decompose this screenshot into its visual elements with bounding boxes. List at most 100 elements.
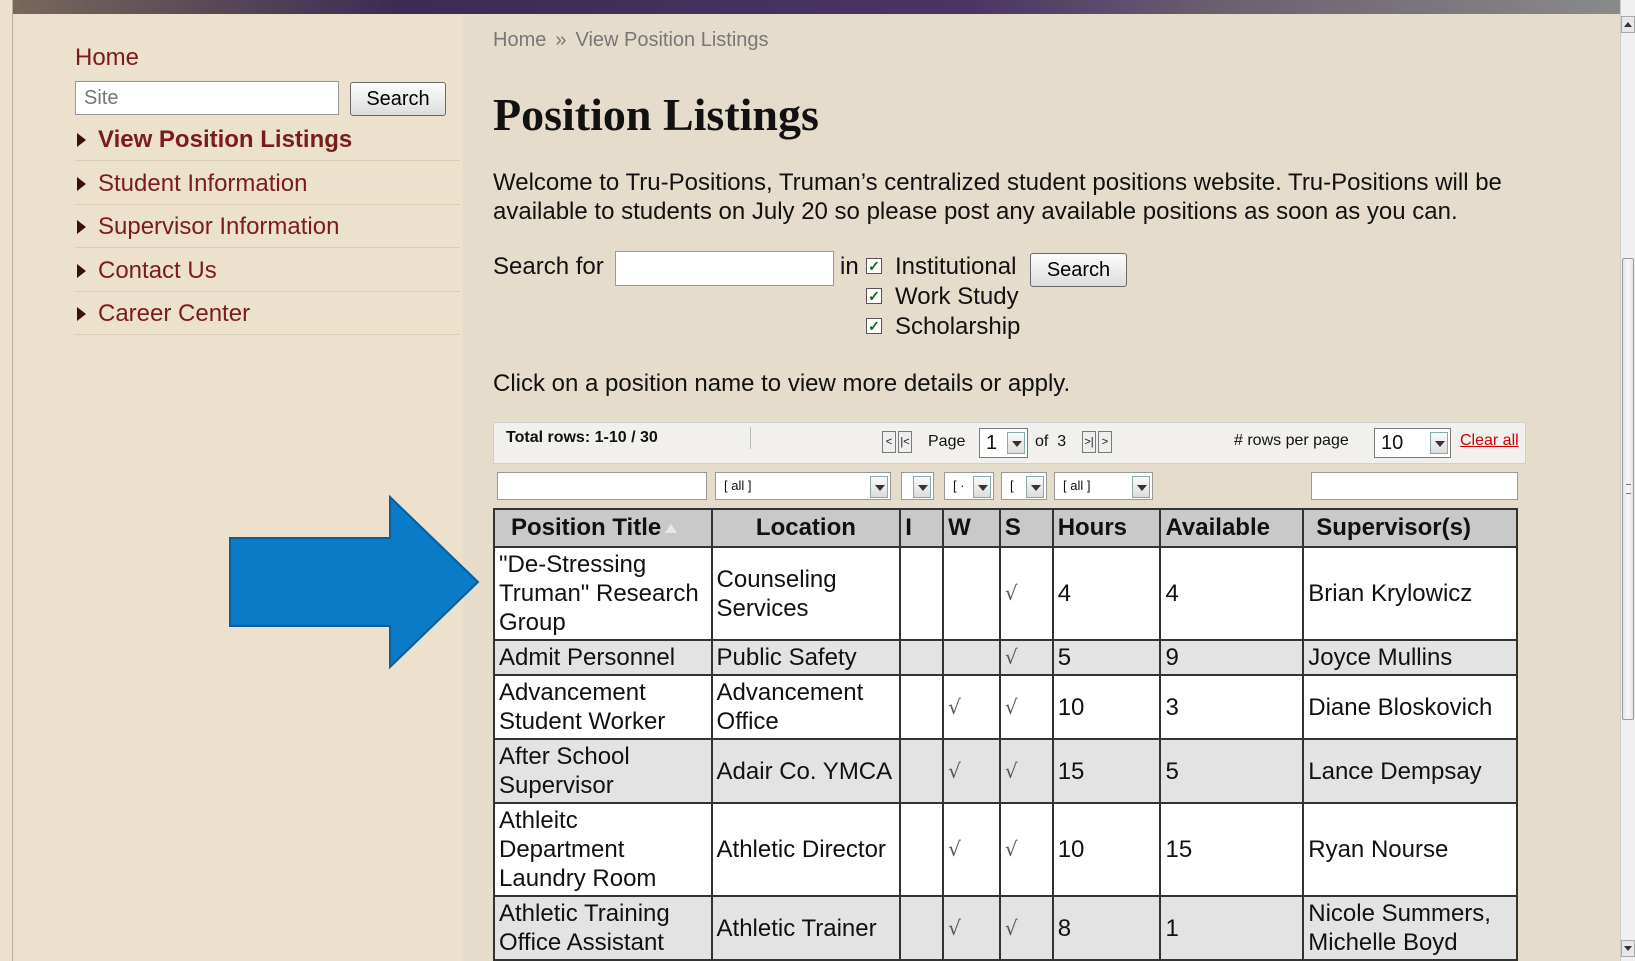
hours-cell: 8	[1051, 895, 1162, 961]
i-cell	[899, 738, 945, 804]
sidebar-item-view-position-listings[interactable]: View Position Listings	[75, 119, 460, 161]
s-cell: √	[998, 674, 1054, 740]
table-header-row: Position Title Location I W S Hours Avai…	[493, 508, 1518, 548]
rows-per-page-select[interactable]: 10	[1374, 428, 1451, 458]
header-banner	[0, 0, 1620, 14]
position-title-link[interactable]: "De-Stressing Truman" Research Group	[493, 546, 713, 641]
position-title-link[interactable]: Advancement Student Worker	[493, 674, 713, 740]
available-cell: 1	[1159, 895, 1305, 961]
arrow-right-icon	[229, 495, 480, 670]
sidebar-item-student-information[interactable]: Student Information	[75, 163, 460, 205]
column-header-w[interactable]: W	[942, 508, 1001, 548]
table-row[interactable]: Advancement Student Worker Advancement O…	[493, 674, 1518, 740]
w-cell: √	[942, 802, 1001, 897]
table-row[interactable]: After School Supervisor Adair Co. YMCA √…	[493, 738, 1518, 804]
chevron-down-icon	[1132, 476, 1150, 498]
scholarship-label: Scholarship	[895, 313, 1021, 340]
positions-table: Position Title Location I W S Hours Avai…	[493, 508, 1518, 961]
table-row[interactable]: Athletic Training Office Assistant Athle…	[493, 895, 1518, 961]
chevron-down-icon	[1430, 432, 1448, 454]
chevron-down-icon	[913, 476, 931, 498]
w-filter-select[interactable]: [ ·	[944, 472, 994, 500]
s-filter-select[interactable]: [	[1001, 472, 1047, 500]
scholarship-checkbox[interactable]: ✓	[866, 318, 882, 334]
hours-cell: 5	[1051, 639, 1162, 676]
column-header-s[interactable]: S	[998, 508, 1054, 548]
location-cell: Athletic Director	[710, 802, 902, 897]
title-filter-input[interactable]	[497, 472, 707, 500]
scroll-down-icon[interactable]	[1621, 940, 1635, 957]
w-cell: √	[942, 895, 1001, 961]
i-cell	[899, 802, 945, 897]
i-cell	[899, 546, 945, 641]
vertical-scrollbar[interactable]	[1620, 0, 1635, 961]
column-header-available[interactable]: Available	[1159, 508, 1305, 548]
chevron-down-icon	[870, 476, 888, 498]
scrollbar-thumb[interactable]	[1622, 258, 1634, 720]
sidebar-item-label: Supervisor Information	[98, 212, 340, 240]
page-of-label: of 3	[1035, 433, 1066, 451]
table-row[interactable]: Admit Personnel Public Safety √ 5 9 Joyc…	[493, 639, 1518, 676]
first-page-button[interactable]: <	[882, 431, 896, 453]
prev-page-button[interactable]: |<	[898, 431, 912, 453]
position-search-input[interactable]	[615, 251, 834, 286]
clear-all-link[interactable]: Clear all	[1460, 432, 1519, 450]
hours-filter-select[interactable]: [ all ]	[1054, 472, 1153, 500]
supervisor-cell: Ryan Nourse	[1302, 802, 1518, 897]
position-title-link[interactable]: Athletic Training Office Assistant	[493, 895, 713, 961]
position-search-button[interactable]: Search	[1030, 253, 1127, 287]
sidebar-home-link[interactable]: Home	[75, 44, 139, 72]
institutional-checkbox[interactable]: ✓	[866, 258, 882, 274]
location-filter-value: [ all ]	[724, 478, 752, 493]
sidebar-item-label: Career Center	[98, 299, 251, 327]
right-margin	[1560, 14, 1620, 961]
institutional-label: Institutional	[895, 253, 1017, 280]
i-filter-select[interactable]	[901, 472, 934, 500]
chevron-down-icon	[1026, 476, 1044, 498]
breadcrumb-current: View Position Listings	[575, 29, 769, 51]
w-cell: √	[942, 738, 1001, 804]
breadcrumb: Home » View Position Listings	[493, 29, 769, 52]
work-study-checkbox[interactable]: ✓	[866, 288, 882, 304]
column-header-location[interactable]: Location	[710, 508, 902, 548]
hours-filter-value: [ all ]	[1063, 478, 1091, 493]
s-cell: √	[998, 738, 1054, 804]
page-count: 3	[1057, 433, 1067, 450]
last-page-button[interactable]: >	[1098, 431, 1112, 453]
position-title-link[interactable]: Admit Personnel	[493, 639, 713, 676]
w-cell	[942, 546, 1001, 641]
column-header-i[interactable]: I	[899, 508, 945, 548]
hours-cell: 10	[1051, 802, 1162, 897]
location-filter-select[interactable]: [ all ]	[715, 472, 891, 500]
breadcrumb-separator: »	[555, 29, 567, 51]
column-header-supervisors[interactable]: Supervisor(s)	[1302, 508, 1518, 548]
scroll-up-icon[interactable]	[1621, 16, 1635, 33]
table-row[interactable]: Athleitc Department Laundry Room Athleti…	[493, 802, 1518, 897]
site-search-button[interactable]: Search	[350, 82, 446, 116]
sidebar-item-supervisor-information[interactable]: Supervisor Information	[75, 206, 460, 248]
breadcrumb-home-link[interactable]: Home	[493, 29, 546, 51]
available-cell: 3	[1159, 674, 1305, 740]
sidebar-item-label: View Position Listings	[98, 125, 353, 153]
s-cell: √	[998, 802, 1054, 897]
sidebar-item-career-center[interactable]: Career Center	[75, 293, 460, 335]
table-row[interactable]: "De-Stressing Truman" Research Group Cou…	[493, 546, 1518, 641]
column-header-hours[interactable]: Hours	[1051, 508, 1162, 548]
sidebar-item-contact-us[interactable]: Contact Us	[75, 250, 460, 292]
page-select[interactable]: 1	[979, 428, 1028, 458]
of-label: of	[1035, 433, 1049, 450]
location-cell: Advancement Office	[710, 674, 902, 740]
site-search-input[interactable]	[75, 81, 339, 115]
position-title-link[interactable]: After School Supervisor	[493, 738, 713, 804]
rows-per-page-value: 10	[1381, 432, 1404, 454]
next-page-button[interactable]: >|	[1082, 431, 1096, 453]
triangle-right-icon	[77, 176, 86, 191]
supervisor-filter-input[interactable]	[1311, 472, 1518, 500]
position-title-link[interactable]: Athleitc Department Laundry Room	[493, 802, 713, 897]
column-header-position-title[interactable]: Position Title	[493, 508, 713, 548]
available-cell: 9	[1159, 639, 1305, 676]
supervisor-cell: Joyce Mullins	[1302, 639, 1518, 676]
column-header-label: Position Title	[511, 514, 662, 541]
sidebar-item-label: Student Information	[98, 169, 308, 197]
sidebar-item-label: Contact Us	[98, 256, 217, 284]
